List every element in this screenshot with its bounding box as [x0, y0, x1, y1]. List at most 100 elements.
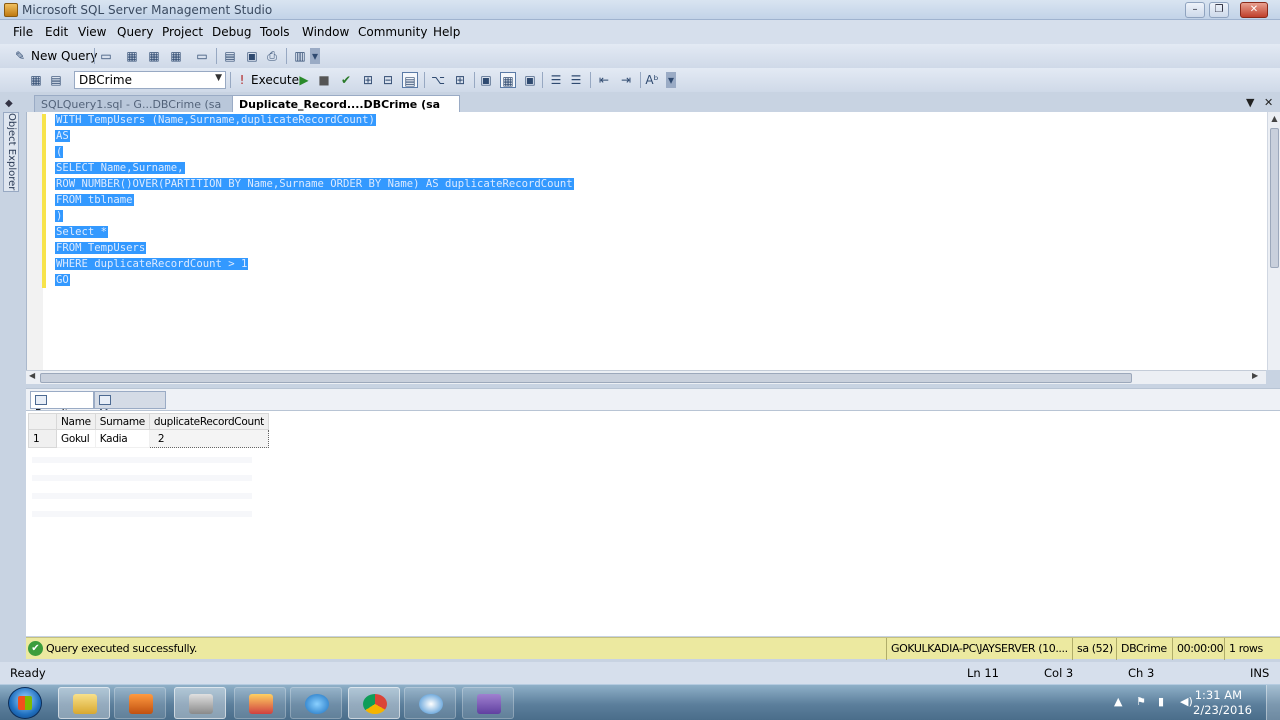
taskbar-chrome[interactable]: [348, 687, 400, 719]
connect-icon[interactable]: ▦: [28, 72, 44, 88]
toolbar-overflow-icon[interactable]: ▾: [310, 48, 320, 64]
taskbar-tools[interactable]: [234, 687, 286, 719]
tab-sqlquery1[interactable]: SQLQuery1.sql - G...DBCrime (sa (55)): [34, 95, 234, 124]
menu-community[interactable]: Community: [358, 25, 427, 39]
scroll-thumb[interactable]: [40, 373, 1132, 383]
taskbar-internet-explorer[interactable]: [290, 687, 342, 719]
new-query-icon[interactable]: ✎: [12, 48, 28, 64]
menu-file[interactable]: File: [13, 25, 33, 39]
results-to-text-icon[interactable]: ▣: [478, 72, 494, 88]
decrease-indent-icon[interactable]: ⇤: [596, 72, 612, 88]
cancel-query-icon[interactable]: ■: [316, 72, 332, 88]
menu-query[interactable]: Query: [117, 25, 153, 39]
taskbar-ssms[interactable]: [174, 687, 226, 719]
scroll-up-icon[interactable]: ▲: [1268, 114, 1280, 123]
code-line[interactable]: (: [55, 144, 574, 160]
analysis-query-icon[interactable]: ▦: [146, 48, 162, 64]
toolbar-overflow-icon[interactable]: ▾: [666, 72, 676, 88]
menu-window[interactable]: Window: [302, 25, 349, 39]
tab-duplicate-record[interactable]: Duplicate_Record....DBCrime (sa (52))*: [232, 95, 460, 124]
execute-button[interactable]: Execute: [251, 73, 299, 87]
font-size-icon[interactable]: Aᵇ: [644, 72, 660, 88]
clock-time[interactable]: 1:31 AM: [1195, 688, 1242, 702]
column-header-duplicate-record-count[interactable]: duplicateRecordCount: [148, 413, 270, 430]
xmla-query-icon[interactable]: ▭: [194, 48, 210, 64]
start-button[interactable]: [8, 687, 42, 719]
volume-icon[interactable]: ◀): [1180, 695, 1193, 708]
results-to-file-icon[interactable]: ▣: [522, 72, 538, 88]
clock-date[interactable]: 2/23/2016: [1193, 703, 1252, 717]
comment-out-icon[interactable]: ☰: [548, 72, 564, 88]
new-query-button[interactable]: New Query: [31, 49, 97, 63]
activity-monitor-icon[interactable]: ▥: [292, 48, 308, 64]
print-icon[interactable]: ⎙: [264, 48, 280, 64]
code-line[interactable]: ROW_NUMBER()OVER(PARTITION BY Name,Surna…: [55, 176, 574, 192]
pin-icon[interactable]: ◆: [5, 98, 13, 109]
flag-icon[interactable]: ⚑: [1136, 695, 1146, 708]
taskbar-visual-studio[interactable]: [462, 687, 514, 719]
tab-messages[interactable]: Messages: [94, 391, 166, 420]
show-hidden-icons-icon[interactable]: ▲: [1114, 695, 1122, 708]
minimize-button[interactable]: –: [1185, 2, 1205, 18]
scroll-right-icon[interactable]: ▶: [1252, 371, 1258, 380]
editor-vertical-scrollbar[interactable]: ▲: [1267, 112, 1280, 370]
debug-play-icon[interactable]: ▶: [296, 72, 312, 88]
menu-help[interactable]: Help: [433, 25, 460, 39]
object-explorer-tab[interactable]: Object Explorer: [3, 112, 19, 192]
cell-name[interactable]: Gokul: [56, 429, 96, 448]
code-block[interactable]: WITH TempUsers (Name,Surname,duplicateRe…: [55, 112, 574, 288]
row-number[interactable]: 1: [28, 429, 57, 448]
code-line[interactable]: WITH TempUsers (Name,Surname,duplicateRe…: [55, 112, 574, 128]
cell-duplicate-record-count[interactable]: 2: [148, 429, 270, 448]
database-engine-query-icon[interactable]: ▦: [124, 48, 140, 64]
grid-corner[interactable]: [28, 413, 57, 430]
show-desktop-button[interactable]: [1266, 685, 1280, 720]
taskbar-media-player[interactable]: [114, 687, 166, 719]
menu-debug[interactable]: Debug: [212, 25, 251, 39]
code-line[interactable]: FROM TempUsers: [55, 240, 574, 256]
execute-icon[interactable]: !: [234, 72, 250, 88]
display-estimated-plan-icon[interactable]: ⊞: [360, 72, 376, 88]
menu-project[interactable]: Project: [162, 25, 203, 39]
results-to-grid-icon[interactable]: ▦: [500, 72, 516, 88]
query-designer-icon[interactable]: ⊟: [380, 72, 396, 88]
open-folder-icon[interactable]: ▤: [222, 48, 238, 64]
close-button[interactable]: ✕: [1240, 2, 1268, 18]
menu-edit[interactable]: Edit: [45, 25, 68, 39]
new-file-icon[interactable]: ▭: [98, 48, 114, 64]
available-databases-dropdown[interactable]: DBCrime ▼: [74, 71, 226, 89]
table-row[interactable]: 1 Gokul Kadia 2: [28, 429, 270, 448]
increase-indent-icon[interactable]: ⇥: [618, 72, 634, 88]
close-tab-icon[interactable]: ✕: [1264, 96, 1273, 109]
scroll-left-icon[interactable]: ◀: [29, 371, 35, 380]
column-header-name[interactable]: Name: [56, 413, 96, 430]
scroll-thumb[interactable]: [1270, 128, 1279, 268]
dmx-query-icon[interactable]: ▦: [168, 48, 184, 64]
maximize-button[interactable]: ❐: [1209, 2, 1229, 18]
column-header-surname[interactable]: Surname: [94, 413, 150, 430]
code-line[interactable]: FROM tblname: [55, 192, 574, 208]
parse-checkmark-icon[interactable]: ✔: [338, 72, 354, 88]
uncomment-icon[interactable]: ☰: [568, 72, 584, 88]
menu-tools[interactable]: Tools: [260, 25, 290, 39]
cell-surname[interactable]: Kadia: [94, 429, 150, 448]
code-line[interactable]: ): [55, 208, 574, 224]
sql-editor[interactable]: WITH TempUsers (Name,Surname,duplicateRe…: [26, 112, 1280, 370]
editor-horizontal-scrollbar[interactable]: ◀ ▶: [26, 370, 1266, 384]
specify-template-values-icon[interactable]: ⌥: [430, 72, 446, 88]
taskbar-explorer[interactable]: [58, 687, 110, 719]
network-signal-icon[interactable]: ▮: [1158, 695, 1164, 708]
code-line[interactable]: WHERE duplicateRecordCount > 1: [55, 256, 574, 272]
tab-list-chevron-icon[interactable]: ▼: [1246, 96, 1254, 109]
intellisense-icon[interactable]: ▤: [402, 72, 418, 88]
code-line[interactable]: Select *: [55, 224, 574, 240]
taskbar-app[interactable]: [404, 687, 456, 719]
tab-results[interactable]: Results: [30, 391, 94, 420]
include-actual-plan-icon[interactable]: ⊞: [452, 72, 468, 88]
code-line[interactable]: SELECT Name,Surname,: [55, 160, 574, 176]
code-line[interactable]: GO: [55, 272, 574, 288]
save-icon[interactable]: ▣: [244, 48, 260, 64]
code-line[interactable]: AS: [55, 128, 574, 144]
menu-view[interactable]: View: [78, 25, 106, 39]
change-connection-icon[interactable]: ▤: [48, 72, 64, 88]
